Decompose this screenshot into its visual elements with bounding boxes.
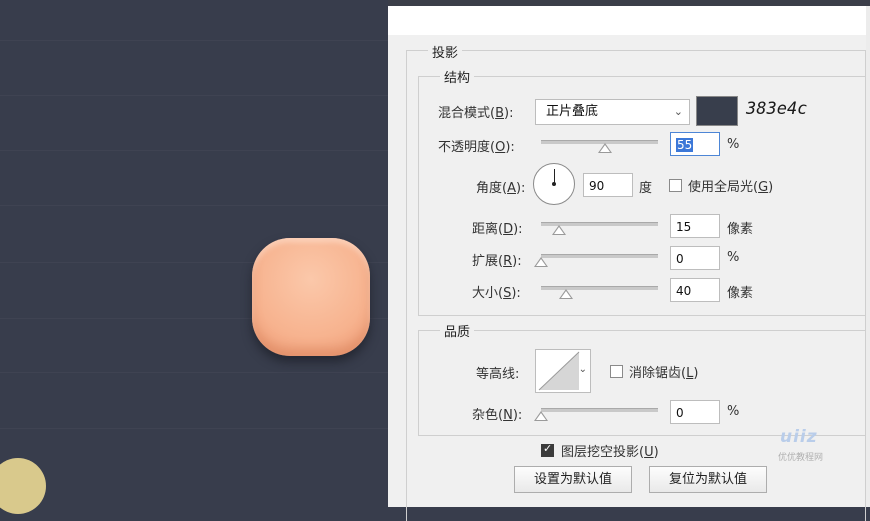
chevron-down-icon: ⌄	[578, 364, 587, 375]
blend-mode-select[interactable]: 正片叠底 ⌄	[535, 99, 690, 125]
shadow-color-swatch[interactable]	[696, 96, 738, 126]
knockout-label: 图层挖空投影(U)	[561, 445, 659, 460]
yellow-circle-shape	[0, 458, 46, 514]
spread-label: 扩展(R):	[472, 254, 522, 269]
dialog-header-area	[388, 6, 867, 35]
structure-title: 结构	[440, 67, 475, 86]
color-hex-annotation: 383e4c	[746, 99, 808, 119]
size-input[interactable]: 40	[670, 278, 720, 302]
watermark-logo: uiiz	[780, 427, 818, 447]
spread-slider-thumb[interactable]	[534, 257, 548, 267]
angle-label: 角度(A):	[476, 181, 526, 196]
size-slider-thumb[interactable]	[559, 289, 573, 299]
distance-input[interactable]: 15	[670, 214, 720, 238]
chevron-down-icon: ⌄	[673, 105, 683, 118]
contour-preview-icon	[538, 351, 580, 391]
noise-input[interactable]: 0	[670, 400, 720, 424]
spread-unit: %	[727, 250, 740, 265]
blend-mode-label: 混合模式(B):	[438, 106, 514, 121]
noise-unit: %	[727, 404, 740, 419]
canvas-area	[0, 0, 388, 514]
size-unit: 像素	[727, 286, 754, 301]
angle-input[interactable]: 90	[583, 173, 633, 197]
anti-alias-label: 消除锯齿(L)	[629, 366, 699, 381]
noise-slider-track[interactable]	[541, 408, 658, 412]
noise-label: 杂色(N):	[472, 408, 523, 423]
global-light-label: 使用全局光(G)	[688, 180, 774, 195]
anti-alias-checkbox[interactable]	[610, 365, 623, 378]
opacity-input[interactable]: 55	[670, 132, 720, 156]
reset-default-button[interactable]: 复位为默认值	[649, 466, 767, 493]
contour-label: 等高线:	[476, 367, 520, 382]
opacity-label: 不透明度(O):	[438, 140, 515, 155]
opacity-unit: %	[727, 137, 740, 152]
noise-slider-thumb[interactable]	[534, 411, 548, 421]
angle-dial[interactable]	[533, 163, 575, 205]
layer-style-dialog: 投影 结构 混合模式(B): 正片叠底 ⌄ 383e4c 不透明度(O): 55…	[388, 0, 870, 521]
angle-unit: 度	[639, 181, 653, 196]
spread-slider-track[interactable]	[541, 254, 658, 258]
opacity-slider-thumb[interactable]	[598, 143, 612, 153]
quality-title: 品质	[440, 321, 475, 340]
size-label: 大小(S):	[472, 286, 521, 301]
global-light-checkbox[interactable]	[669, 179, 682, 192]
distance-unit: 像素	[727, 222, 754, 237]
make-default-button[interactable]: 设置为默认值	[514, 466, 632, 493]
rounded-square-shape	[252, 238, 370, 356]
contour-picker[interactable]: ⌄	[535, 349, 591, 393]
distance-slider-thumb[interactable]	[552, 225, 566, 235]
distance-label: 距离(D):	[472, 222, 523, 237]
spread-input[interactable]: 0	[670, 246, 720, 270]
watermark-text: 优优教程网	[778, 453, 824, 463]
section-title: 投影	[428, 42, 463, 61]
knockout-checkbox[interactable]	[541, 442, 554, 457]
